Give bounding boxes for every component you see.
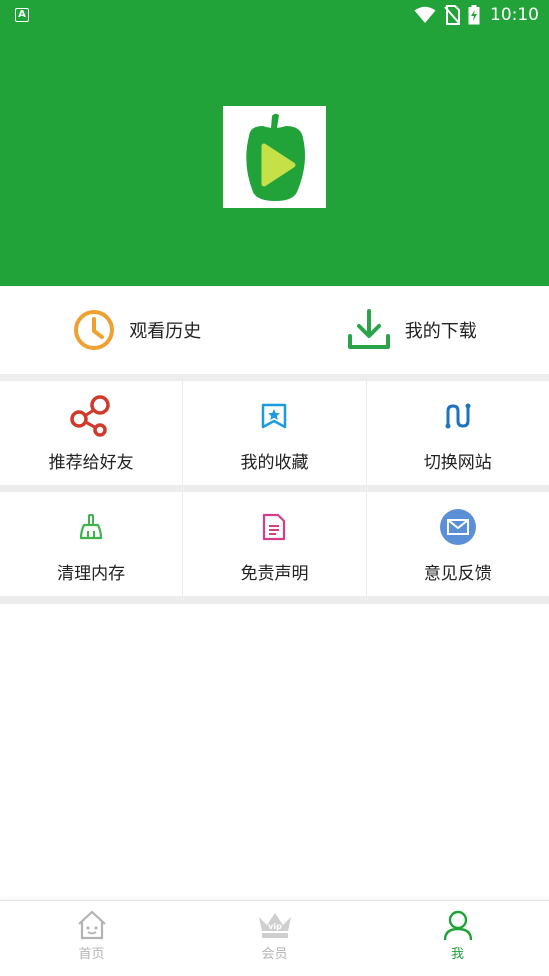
profile-header: A 10:10 <box>0 0 549 286</box>
switch-website-label: 切换网站 <box>423 452 492 473</box>
status-bar: A 10:10 <box>0 0 549 30</box>
switch-icon <box>445 403 471 428</box>
pepper-play-logo-icon <box>246 113 305 201</box>
clock-icon <box>74 310 115 350</box>
download-icon <box>347 309 390 349</box>
share-icon <box>70 394 110 437</box>
divider <box>0 596 549 604</box>
clock-text: 10:10 <box>490 5 539 25</box>
bookmark-star-icon <box>262 403 287 428</box>
menu-grid-row-2: 清理内存 免责声明 意见反馈 <box>0 492 549 596</box>
no-sim-icon <box>444 5 460 25</box>
tab-home-label: 首页 <box>78 947 105 962</box>
divider <box>0 485 549 492</box>
my-downloads-button[interactable]: 我的下载 <box>275 286 549 374</box>
tab-me[interactable]: 我 <box>366 901 549 976</box>
feedback-button[interactable]: 意见反馈 <box>367 492 549 596</box>
document-icon <box>263 513 286 540</box>
switch-website-button[interactable]: 切换网站 <box>367 381 549 485</box>
watch-history-button[interactable]: 观看历史 <box>0 286 275 374</box>
tab-vip[interactable]: vip 会员 <box>183 901 366 976</box>
status-icons: 10:10 <box>414 4 539 26</box>
mail-icon <box>439 508 476 545</box>
my-downloads-label: 我的下载 <box>404 321 477 342</box>
app-logo <box>223 106 326 208</box>
quick-actions: 观看历史 我的下载 <box>0 286 549 374</box>
clear-memory-button[interactable]: 清理内存 <box>0 492 184 596</box>
vip-text: vip <box>268 922 282 931</box>
wifi-icon <box>414 6 436 23</box>
disclaimer-label: 免责声明 <box>240 563 309 584</box>
watch-history-label: 观看历史 <box>129 321 202 342</box>
vip-crown-icon: vip <box>258 913 291 938</box>
menu-grid-row-1: 推荐给好友 我的收藏 切换网站 <box>0 381 549 485</box>
tab-home[interactable]: 首页 <box>0 901 183 976</box>
tab-me-label: 我 <box>450 947 464 962</box>
feedback-label: 意见反馈 <box>423 563 492 584</box>
disclaimer-button[interactable]: 免责声明 <box>183 492 367 596</box>
notification-a-icon: A <box>15 8 29 22</box>
divider <box>0 374 549 381</box>
my-favorites-label: 我的收藏 <box>240 452 309 473</box>
my-favorites-button[interactable]: 我的收藏 <box>183 381 367 485</box>
tab-vip-label: 会员 <box>261 947 288 962</box>
person-icon <box>443 910 472 941</box>
battery-charging-icon <box>468 5 480 25</box>
bottom-tab-bar: 首页 vip 会员 我 <box>0 900 549 976</box>
clear-memory-label: 清理内存 <box>57 563 126 584</box>
recommend-to-friend-label: 推荐给好友 <box>48 452 134 473</box>
home-icon <box>77 910 106 940</box>
recommend-to-friend-button[interactable]: 推荐给好友 <box>0 381 184 485</box>
broom-icon <box>80 513 103 539</box>
